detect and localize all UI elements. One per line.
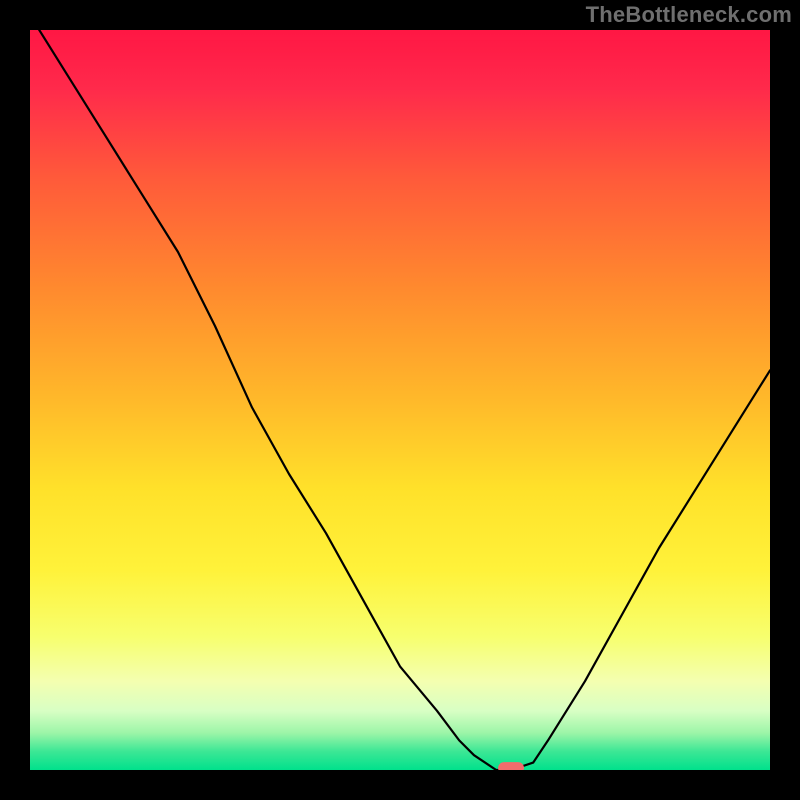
chart-container: TheBottleneck.com [0, 0, 800, 800]
optimal-marker [498, 762, 524, 770]
plot-frame [30, 30, 770, 770]
gradient-background [30, 30, 770, 770]
watermark-text: TheBottleneck.com [586, 2, 792, 28]
bottleneck-chart [30, 30, 770, 770]
